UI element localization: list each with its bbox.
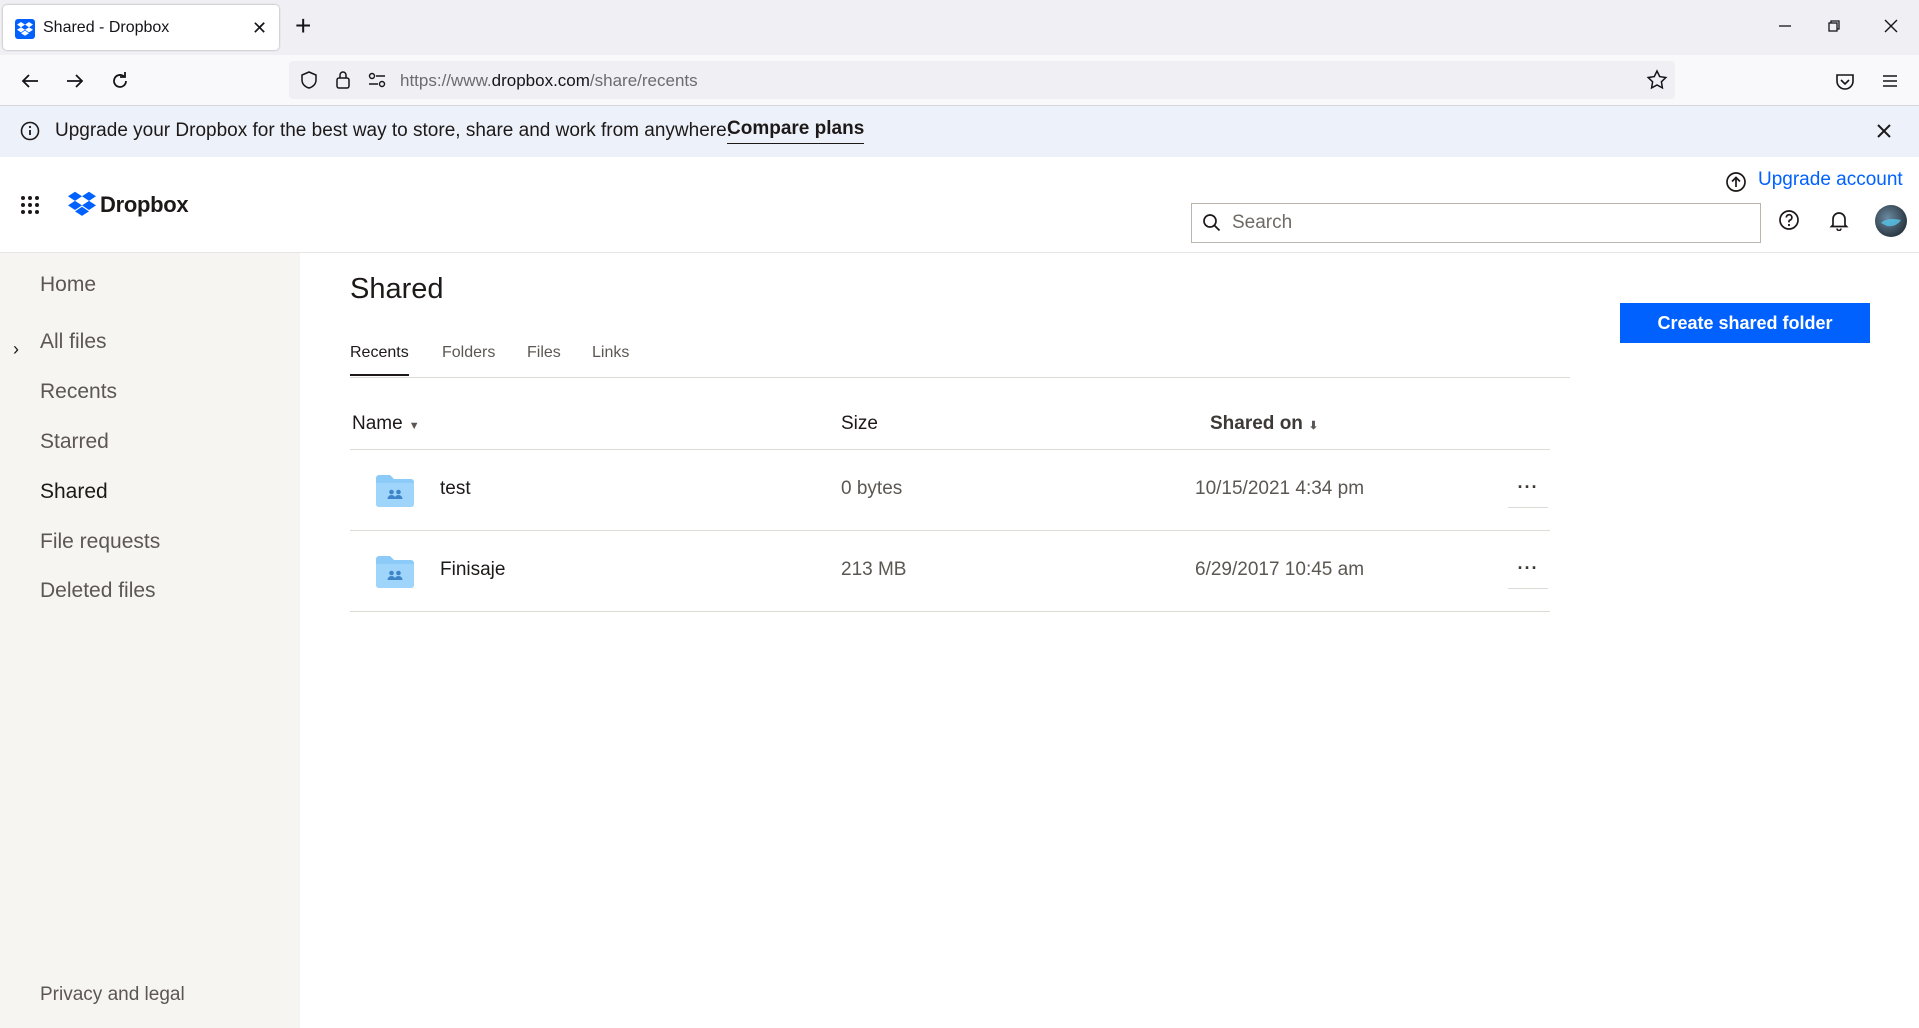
app-header: Dropbox Upgrade account — [0, 157, 1919, 253]
table-row[interactable]: Finisaje 213 MB 6/29/2017 10:45 am ··· — [350, 531, 1550, 612]
sidebar-item-deleted-files[interactable]: Deleted files — [40, 579, 156, 603]
window-close-icon[interactable] — [1879, 14, 1903, 38]
minimize-icon[interactable] — [1773, 14, 1797, 38]
search-input[interactable] — [1232, 204, 1752, 242]
tab-close-icon[interactable]: ✕ — [252, 19, 267, 37]
bookmark-star-icon[interactable] — [1646, 69, 1668, 91]
sidebar-item-recents[interactable]: Recents — [40, 380, 117, 404]
chevron-right-icon[interactable]: › — [13, 339, 19, 360]
tab-recents[interactable]: Recents — [350, 344, 409, 376]
help-icon[interactable] — [1778, 209, 1800, 231]
tab-links[interactable]: Links — [592, 344, 629, 374]
banner-text: Upgrade your Dropbox for the best way to… — [55, 120, 732, 141]
file-size: 213 MB — [841, 559, 907, 580]
sidebar-item-all-files[interactable]: All files — [40, 330, 107, 354]
more-options-icon[interactable]: ··· — [1508, 472, 1548, 508]
close-icon[interactable] — [1873, 120, 1895, 142]
create-shared-folder-button[interactable]: Create shared folder — [1620, 303, 1870, 343]
logo-text[interactable]: Dropbox — [100, 192, 189, 218]
browser-tab[interactable]: Shared - Dropbox ✕ — [3, 5, 279, 50]
shield-icon[interactable] — [299, 70, 319, 90]
upgrade-arrow-icon[interactable] — [1725, 171, 1747, 193]
table-row[interactable]: test 0 bytes 10/15/2021 4:34 pm ··· — [350, 450, 1550, 531]
shared-date: 10/15/2021 4:34 pm — [1195, 478, 1365, 499]
reload-icon[interactable] — [107, 68, 133, 94]
new-tab-icon[interactable]: + — [295, 12, 311, 40]
shared-date: 6/29/2017 10:45 am — [1195, 559, 1365, 580]
url-text[interactable]: https://www.dropbox.com/share/recents — [400, 71, 698, 91]
url-bar[interactable]: https://www.dropbox.com/share/recents — [289, 61, 1675, 99]
info-icon — [20, 121, 40, 141]
column-header-size[interactable]: Size — [841, 413, 878, 435]
forward-icon[interactable] — [62, 68, 88, 94]
file-size: 0 bytes — [841, 478, 903, 499]
column-header-name[interactable]: Name ▼ — [352, 413, 420, 435]
pocket-icon[interactable] — [1832, 68, 1858, 94]
sidebar-item-starred[interactable]: Starred — [40, 430, 109, 454]
sort-arrow-down-icon: ⬇ — [1308, 420, 1319, 432]
sidebar-item-shared[interactable]: Shared — [40, 480, 108, 504]
app-grid-icon[interactable] — [20, 195, 40, 215]
browser-tab-title: Shared - Dropbox — [43, 19, 170, 36]
privacy-legal-link[interactable]: Privacy and legal — [40, 984, 185, 1006]
search-box[interactable] — [1191, 203, 1761, 243]
search-icon — [1203, 214, 1221, 232]
compare-plans-link[interactable]: Compare plans — [727, 118, 865, 144]
sort-caret-icon: ▼ — [408, 420, 420, 432]
page-title: Shared — [350, 273, 444, 305]
avatar[interactable] — [1875, 205, 1907, 237]
dropbox-favicon-icon — [15, 19, 35, 39]
sidebar-item-file-requests[interactable]: File requests — [40, 530, 160, 554]
sidebar: Home › All files Recents Starred Shared … — [0, 253, 300, 1028]
upgrade-banner: Upgrade your Dropbox for the best way to… — [0, 106, 1919, 157]
notification-bell-icon[interactable] — [1828, 209, 1850, 231]
restore-icon[interactable] — [1822, 14, 1846, 38]
tab-folders[interactable]: Folders — [442, 344, 495, 374]
browser-tab-bar: Shared - Dropbox ✕ + — [0, 0, 1919, 55]
lock-icon[interactable] — [333, 69, 353, 91]
more-options-icon[interactable]: ··· — [1508, 553, 1548, 589]
browser-nav-bar: https://www.dropbox.com/share/recents — [0, 55, 1919, 106]
dropbox-logo-icon[interactable] — [68, 191, 96, 217]
file-name[interactable]: test — [440, 478, 471, 500]
file-name[interactable]: Finisaje — [440, 559, 505, 581]
sidebar-item-home[interactable]: Home — [40, 273, 96, 297]
column-header-shared-on[interactable]: Shared on ⬇ — [1210, 413, 1318, 435]
back-icon[interactable] — [17, 68, 43, 94]
permissions-icon[interactable] — [367, 71, 387, 89]
shared-folder-icon — [376, 475, 414, 507]
upgrade-account-link[interactable]: Upgrade account — [1758, 169, 1903, 191]
shared-folder-icon — [376, 556, 414, 588]
menu-icon[interactable] — [1877, 68, 1903, 94]
shared-tabs: Recents Folders Files Links — [350, 344, 1570, 378]
tab-files[interactable]: Files — [527, 344, 561, 374]
